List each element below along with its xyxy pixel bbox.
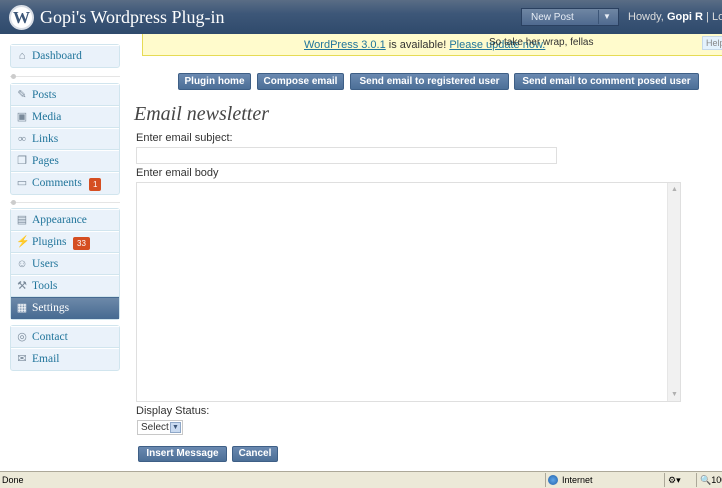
sidebar-item-label: Appearance: [32, 214, 87, 226]
sidebar-item-plugins[interactable]: ⚡ Plugins 33: [11, 231, 119, 253]
email-icon: ✉: [17, 353, 27, 365]
sidebar-item-links[interactable]: ∞ Links: [11, 128, 119, 150]
scroll-down-icon[interactable]: ▼: [670, 390, 679, 399]
sidebar-item-dashboard[interactable]: ⌂ Dashboard: [11, 45, 119, 67]
hello-dolly-lyric: So take her wrap, fellas: [489, 37, 594, 48]
status-divider: [664, 473, 665, 487]
sidebar-item-label: Settings: [32, 302, 70, 314]
separator-handle-icon[interactable]: [11, 200, 16, 205]
insert-message-button[interactable]: Insert Message: [138, 446, 227, 462]
status-divider: [545, 473, 546, 487]
user-greeting: Howdy, Gopi R | Log: [628, 11, 722, 23]
sidebar-item-label: Pages: [32, 155, 59, 167]
sidebar-item-posts[interactable]: ✎ Posts: [11, 84, 119, 106]
protected-mode-icon[interactable]: ⚙▾: [668, 475, 681, 486]
contact-icon: ◎: [17, 331, 27, 343]
menu-separator: [10, 202, 120, 203]
sidebar-item-label: Email: [32, 353, 60, 365]
menu-group-content: ✎ Posts ▣ Media ∞ Links ❐ Pages ▭ Commen…: [10, 83, 120, 195]
zoom-text: 100%: [711, 475, 722, 485]
sidebar-item-label: Tools: [32, 280, 58, 292]
site-title[interactable]: Gopi's Wordpress Plug-in: [40, 7, 224, 28]
new-post-label[interactable]: New Post: [531, 12, 574, 23]
sidebar-item-label: Posts: [32, 89, 57, 101]
tools-icon: ⚒: [17, 280, 27, 292]
plugin-icon: ⚡: [16, 236, 30, 248]
send-registered-button[interactable]: Send email to registered user: [350, 73, 509, 90]
plugins-count-badge: 33: [73, 237, 90, 250]
new-post-dropdown[interactable]: New Post ▼: [521, 8, 619, 26]
separator-handle-icon[interactable]: [11, 74, 16, 79]
send-comment-user-button[interactable]: Send email to comment posed user: [514, 73, 699, 90]
sidebar-item-settings[interactable]: ▦ Settings: [11, 297, 119, 319]
scrollbar[interactable]: ▲ ▼: [667, 183, 680, 401]
status-text: Done: [2, 475, 24, 485]
status-divider: [696, 473, 697, 487]
browser-status-bar: Done Internet ⚙▾ 🔍100%: [0, 471, 722, 488]
sidebar-item-label: Comments: [32, 177, 82, 189]
status-label: Display Status:: [136, 405, 210, 417]
menu-group-admin: ▤ Appearance ⚡ Plugins 33 ☺ Users ⚒ Tool…: [10, 208, 120, 320]
dropdown-divider: [598, 10, 599, 24]
cancel-button[interactable]: Cancel: [232, 446, 278, 462]
comments-count-badge: 1: [89, 178, 102, 191]
admin-header: W Gopi's Wordpress Plug-in New Post ▼ Ho…: [0, 0, 722, 34]
sidebar-item-label: Links: [32, 133, 59, 145]
help-tab[interactable]: Help: [702, 36, 722, 50]
sidebar-item-label: Users: [32, 258, 59, 270]
sidebar-item-label: Dashboard: [32, 50, 82, 62]
comment-icon: ▭: [16, 177, 28, 189]
logout-link[interactable]: | Log: [706, 11, 722, 23]
status-selected-value: Select: [141, 422, 169, 433]
sidebar-item-comments[interactable]: ▭ Comments 1: [11, 172, 119, 194]
settings-icon: ▦: [16, 302, 28, 314]
users-icon: ☺: [16, 258, 28, 270]
chevron-down-icon[interactable]: ▼: [170, 422, 181, 433]
link-icon: ∞: [18, 133, 26, 145]
zone-text: Internet: [562, 475, 593, 485]
plugin-home-button[interactable]: Plugin home: [178, 73, 251, 90]
chevron-down-icon[interactable]: ▼: [603, 12, 611, 21]
home-icon: ⌂: [18, 50, 26, 62]
sidebar-item-users[interactable]: ☺ Users: [11, 253, 119, 275]
status-select[interactable]: Select ▼: [137, 420, 183, 435]
update-nag: WordPress 3.0.1 is available! Please upd…: [142, 34, 722, 56]
email-body-textarea[interactable]: ▲ ▼: [136, 182, 681, 402]
sidebar-item-label: Media: [32, 111, 62, 123]
subject-input[interactable]: [136, 147, 557, 164]
zoom-level[interactable]: 🔍100%: [700, 475, 722, 486]
sidebar-item-label: Plugins: [32, 236, 67, 248]
sidebar-item-email[interactable]: ✉ Email: [11, 348, 119, 370]
menu-separator: [10, 76, 120, 77]
sidebar-item-pages[interactable]: ❐ Pages: [11, 150, 119, 172]
menu-group-plugins-custom: ◎ Contact ✉ Email: [10, 325, 120, 371]
sidebar-item-tools[interactable]: ⚒ Tools: [11, 275, 119, 297]
menu-group-dashboard: ⌂ Dashboard: [10, 44, 120, 68]
page-title: Email newsletter: [134, 103, 269, 125]
update-middle-text: is available!: [388, 39, 447, 51]
sidebar-item-media[interactable]: ▣ Media: [11, 106, 119, 128]
sidebar-item-appearance[interactable]: ▤ Appearance: [11, 209, 119, 231]
compose-email-button[interactable]: Compose email: [257, 73, 344, 90]
scroll-up-icon[interactable]: ▲: [670, 185, 679, 194]
body-label: Enter email body: [136, 167, 219, 179]
globe-icon: [548, 475, 558, 485]
pages-icon: ❐: [17, 155, 27, 167]
sidebar-item-label: Contact: [32, 331, 68, 343]
security-zone[interactable]: Internet: [548, 475, 593, 485]
subject-label: Enter email subject:: [136, 132, 233, 144]
wordpress-logo-icon[interactable]: W: [9, 5, 34, 30]
media-icon: ▣: [16, 111, 28, 123]
sidebar-item-contact[interactable]: ◎ Contact: [11, 326, 119, 348]
howdy-text: Howdy,: [628, 11, 664, 23]
appearance-icon: ▤: [16, 214, 28, 226]
pushpin-icon: ✎: [17, 89, 27, 101]
user-name-link[interactable]: Gopi R: [667, 11, 703, 23]
version-link[interactable]: WordPress 3.0.1: [304, 39, 386, 51]
